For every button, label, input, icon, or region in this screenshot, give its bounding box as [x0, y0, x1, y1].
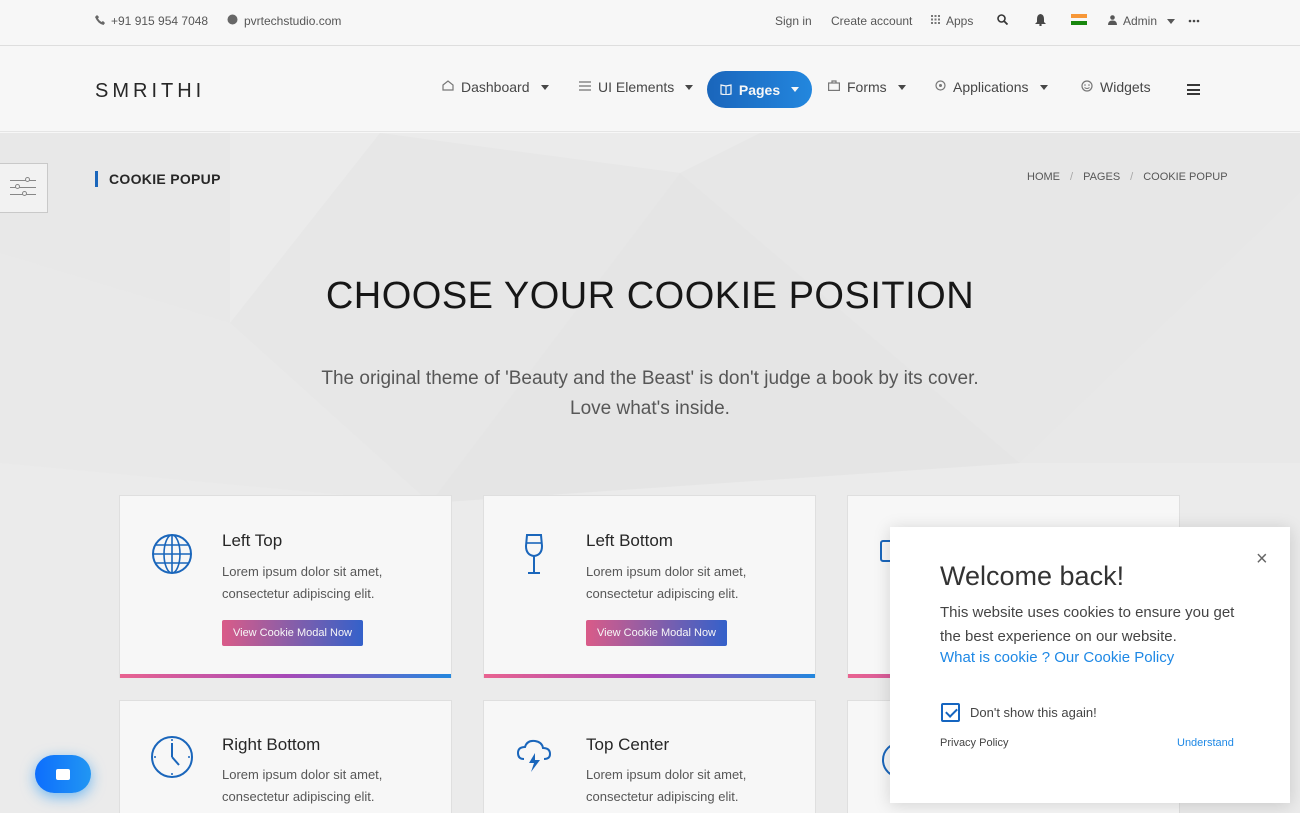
cookie-popup: × Welcome back! This website uses cookie…: [890, 527, 1290, 803]
chat-icon: [56, 768, 70, 780]
chat-button[interactable]: [35, 755, 91, 793]
dont-show-again-checkbox[interactable]: [941, 703, 960, 722]
cookie-message: This website uses cookies to ensure you …: [940, 604, 1235, 645]
privacy-policy-link[interactable]: Privacy Policy: [940, 737, 1008, 749]
cookie-policy-link[interactable]: What is cookie ? Our Cookie Policy: [940, 649, 1174, 666]
dont-show-again-label[interactable]: Don't show this again!: [970, 705, 1097, 720]
cookie-title: Welcome back!: [940, 561, 1125, 591]
understand-button[interactable]: Understand: [1177, 737, 1234, 749]
close-icon[interactable]: ×: [1256, 549, 1268, 569]
